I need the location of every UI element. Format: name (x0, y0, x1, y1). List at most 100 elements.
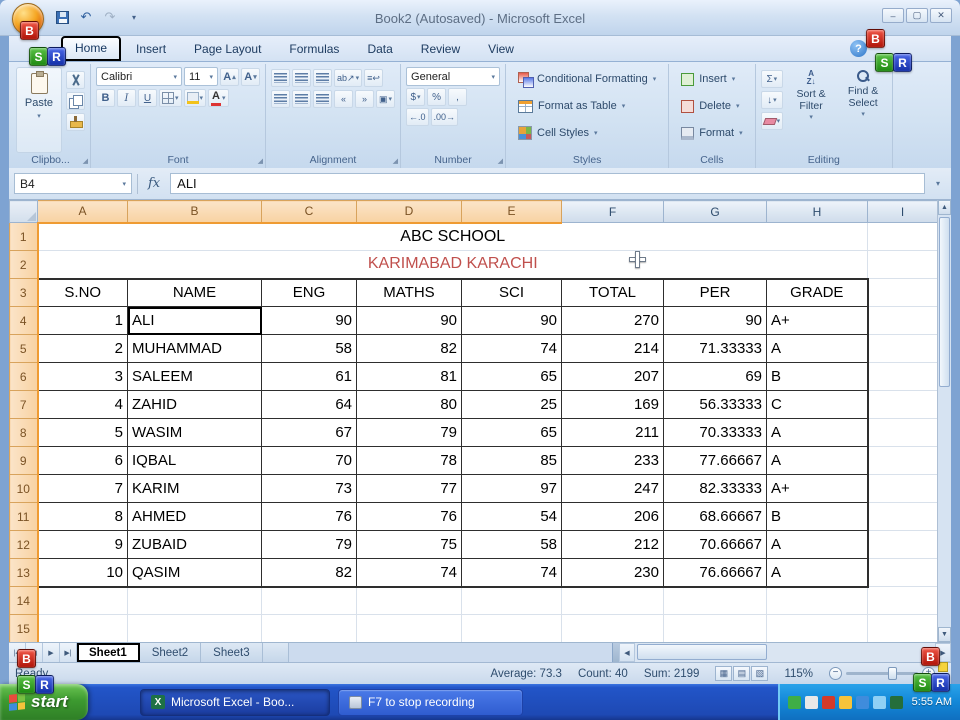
cell-D5[interactable]: 82 (356, 334, 462, 363)
help-icon[interactable]: ? (850, 40, 867, 57)
cell-D10[interactable]: 77 (356, 474, 462, 503)
tab-insert[interactable]: Insert (123, 38, 179, 61)
taskbar-button-recorder[interactable]: F7 to stop recording (338, 688, 523, 716)
row-header-7[interactable]: 7 (9, 390, 39, 419)
row-header-13[interactable]: 13 (9, 558, 39, 587)
cell-I14[interactable] (867, 586, 937, 615)
qat-customize-icon[interactable]: ▾ (124, 8, 144, 26)
cell-I4[interactable] (867, 306, 937, 335)
cell-I9[interactable] (867, 446, 937, 475)
align-right-button[interactable] (313, 90, 332, 108)
formula-input[interactable]: ALI (170, 173, 925, 194)
wrap-text-button[interactable]: ≡↩ (364, 69, 384, 87)
tab-data[interactable]: Data (354, 38, 405, 61)
alignment-dialog-launcher-icon[interactable]: ◢ (393, 157, 398, 165)
cell-B12[interactable]: ZUBAID (127, 530, 262, 559)
cell-E6[interactable]: 65 (461, 362, 562, 391)
page-break-view-icon[interactable]: ▧ (751, 666, 769, 681)
sheet-tab-sheet2[interactable]: Sheet2 (139, 643, 202, 662)
cut-button[interactable] (66, 71, 85, 89)
cell-C7[interactable]: 64 (261, 390, 357, 419)
cell-F4[interactable]: 270 (561, 306, 664, 335)
cell-I5[interactable] (867, 334, 937, 363)
column-header-G[interactable]: G (663, 200, 767, 223)
insert-worksheet-tab[interactable] (262, 643, 289, 662)
font-color-button[interactable]: A ▾ (208, 89, 229, 107)
formula-bar-expand-icon[interactable]: ▾ (930, 179, 946, 188)
orientation-button[interactable]: ab↗ ▾ (334, 69, 363, 87)
cell-B8[interactable]: WASIM (127, 418, 262, 447)
cell-D9[interactable]: 78 (356, 446, 462, 475)
cell-A4[interactable]: 1 (36, 306, 128, 335)
column-header-F[interactable]: F (561, 200, 664, 223)
cell-G15[interactable] (663, 614, 767, 642)
column-header-H[interactable]: H (766, 200, 868, 223)
cell-A10[interactable]: 7 (36, 474, 128, 503)
conditional-formatting-button[interactable]: Conditional Formatting ▾ (511, 66, 663, 92)
name-box-dropdown-icon[interactable]: ▾ (122, 180, 126, 188)
cell-G14[interactable] (663, 586, 767, 615)
cell-E11[interactable]: 54 (461, 502, 562, 531)
maximize-button[interactable]: ▢ (906, 8, 928, 23)
cell-A8[interactable]: 5 (36, 418, 128, 447)
cell-I7[interactable] (867, 390, 937, 419)
cell-F12[interactable]: 212 (561, 530, 664, 559)
tray-icon[interactable] (889, 695, 903, 709)
row-header-6[interactable]: 6 (9, 362, 39, 391)
vscroll-thumb[interactable] (939, 217, 950, 387)
cell-B13[interactable]: QASIM (127, 558, 262, 588)
insert-function-icon[interactable]: fx (143, 176, 165, 191)
cell-E15[interactable] (461, 614, 562, 642)
row-header-14[interactable]: 14 (9, 586, 39, 615)
row-header-11[interactable]: 11 (9, 502, 39, 531)
grow-font-button[interactable]: A ▴ (220, 67, 239, 86)
row-header-10[interactable]: 10 (9, 474, 39, 503)
zoom-level[interactable]: 115% (784, 668, 813, 680)
row-header-3[interactable]: 3 (9, 278, 39, 307)
cell-I15[interactable] (867, 614, 937, 642)
tray-icon[interactable] (855, 695, 869, 709)
cell-I10[interactable] (867, 474, 937, 503)
cell-G4[interactable]: 90 (663, 306, 767, 335)
hscroll-left-arrow[interactable]: ◀ (619, 643, 635, 662)
sheet-tab-sheet3[interactable]: Sheet3 (201, 643, 263, 662)
align-left-button[interactable] (271, 90, 290, 108)
cell-E7[interactable]: 25 (461, 390, 562, 419)
cell-H15[interactable] (766, 614, 868, 642)
cell-H11[interactable]: B (766, 502, 869, 531)
row-header-1[interactable]: 1 (9, 222, 39, 251)
column-header-B[interactable]: B (127, 200, 262, 224)
vscroll-track[interactable] (938, 215, 951, 627)
tray-icon[interactable] (804, 695, 818, 709)
cell-G13[interactable]: 76.66667 (663, 558, 767, 588)
cell-C11[interactable]: 76 (261, 502, 357, 531)
cell-B3[interactable]: NAME (127, 277, 262, 307)
next-sheet-button[interactable]: ▶ (43, 643, 60, 662)
column-header-D[interactable]: D (356, 200, 462, 224)
cell-E3[interactable]: SCI (461, 277, 562, 307)
cell-A12[interactable]: 9 (36, 530, 128, 559)
tray-icon[interactable] (872, 695, 886, 709)
align-middle-button[interactable] (292, 69, 311, 87)
taskbar-button-excel[interactable]: X Microsoft Excel - Boo... (140, 688, 330, 716)
tab-view[interactable]: View (475, 38, 527, 61)
cell-G6[interactable]: 69 (663, 362, 767, 391)
cell-D11[interactable]: 76 (356, 502, 462, 531)
cell-I13[interactable] (867, 558, 937, 587)
cell-C13[interactable]: 82 (261, 558, 357, 588)
align-bottom-button[interactable] (313, 69, 332, 87)
cell-B10[interactable]: KARIM (127, 474, 262, 503)
decrease-indent-button[interactable]: « (334, 90, 353, 108)
format-as-table-button[interactable]: Format as Table ▾ (511, 93, 663, 119)
vscroll-down-arrow[interactable]: ▼ (938, 627, 951, 642)
shrink-font-button[interactable]: A ▾ (241, 67, 260, 86)
increase-indent-button[interactable]: » (355, 90, 374, 108)
cell-G11[interactable]: 68.66667 (663, 502, 767, 531)
cell-B11[interactable]: AHMED (127, 502, 262, 531)
cell-F5[interactable]: 214 (561, 334, 664, 363)
select-all-corner[interactable] (9, 200, 38, 223)
borders-button[interactable]: ▾ (159, 89, 182, 107)
cell-E14[interactable] (461, 586, 562, 615)
cell-H9[interactable]: A (766, 446, 869, 475)
underline-button[interactable]: U (138, 89, 157, 107)
